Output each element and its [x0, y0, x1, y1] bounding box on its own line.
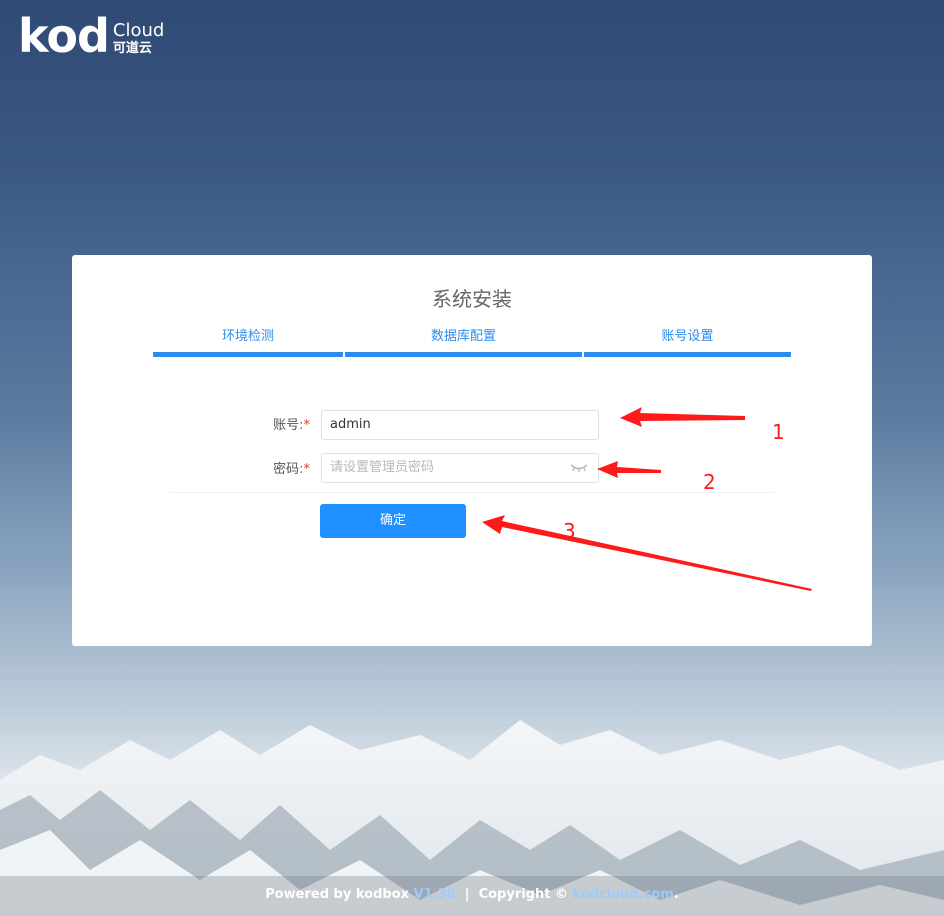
kodcloud-logo: kod Cloud 可道云 — [18, 9, 165, 63]
install-steps: 环境检测 数据库配置 账号设置 — [153, 325, 791, 357]
footer-site-link[interactable]: kodcloud.com — [573, 887, 674, 902]
step-progress-bar — [584, 352, 791, 357]
logo-brand: kod — [18, 9, 110, 63]
page-title: 系统安装 — [432, 287, 512, 311]
logo-cloud-text: Cloud — [112, 20, 165, 41]
account-value: admin — [330, 417, 371, 432]
required-mark: * — [303, 418, 311, 433]
annotation-number-2: 2 — [703, 470, 716, 494]
eye-closed-icon[interactable] — [570, 463, 588, 473]
step-progress-bar — [345, 352, 582, 357]
step-account-settings: 账号设置 — [584, 325, 791, 357]
account-label: 账号:* — [273, 418, 311, 433]
form-divider — [170, 492, 774, 493]
step-label: 环境检测 — [221, 329, 274, 344]
annotation-number-3: 3 — [563, 519, 576, 543]
step-label: 账号设置 — [661, 329, 714, 344]
footer-powered: Powered by kodbox — [265, 887, 410, 902]
step-progress-bar — [153, 352, 343, 357]
footer-copyright: Copyright © — [478, 887, 568, 902]
install-card: 系统安装 环境检测 数据库配置 账号设置 账号:* admin 密码:* 请设置… — [72, 255, 872, 646]
footer-separator: | — [464, 887, 470, 902]
password-input[interactable]: 请设置管理员密码 — [321, 453, 599, 483]
password-placeholder: 请设置管理员密码 — [330, 460, 435, 475]
footer-end: . — [673, 887, 679, 902]
step-database-config: 数据库配置 — [345, 325, 582, 357]
password-label: 密码:* — [273, 462, 311, 477]
annotation-number-1: 1 — [772, 420, 785, 444]
confirm-button[interactable]: 确定 — [320, 504, 466, 538]
account-input[interactable]: admin — [321, 410, 599, 440]
logo-chinese-text: 可道云 — [112, 41, 152, 56]
footer: Powered by kodbox V1.30 | Copyright © ko… — [0, 876, 944, 916]
footer-version: V1.30 — [413, 887, 456, 902]
step-label: 数据库配置 — [430, 329, 496, 344]
required-mark: * — [303, 462, 311, 477]
step-environment-check: 环境检测 — [153, 325, 343, 357]
